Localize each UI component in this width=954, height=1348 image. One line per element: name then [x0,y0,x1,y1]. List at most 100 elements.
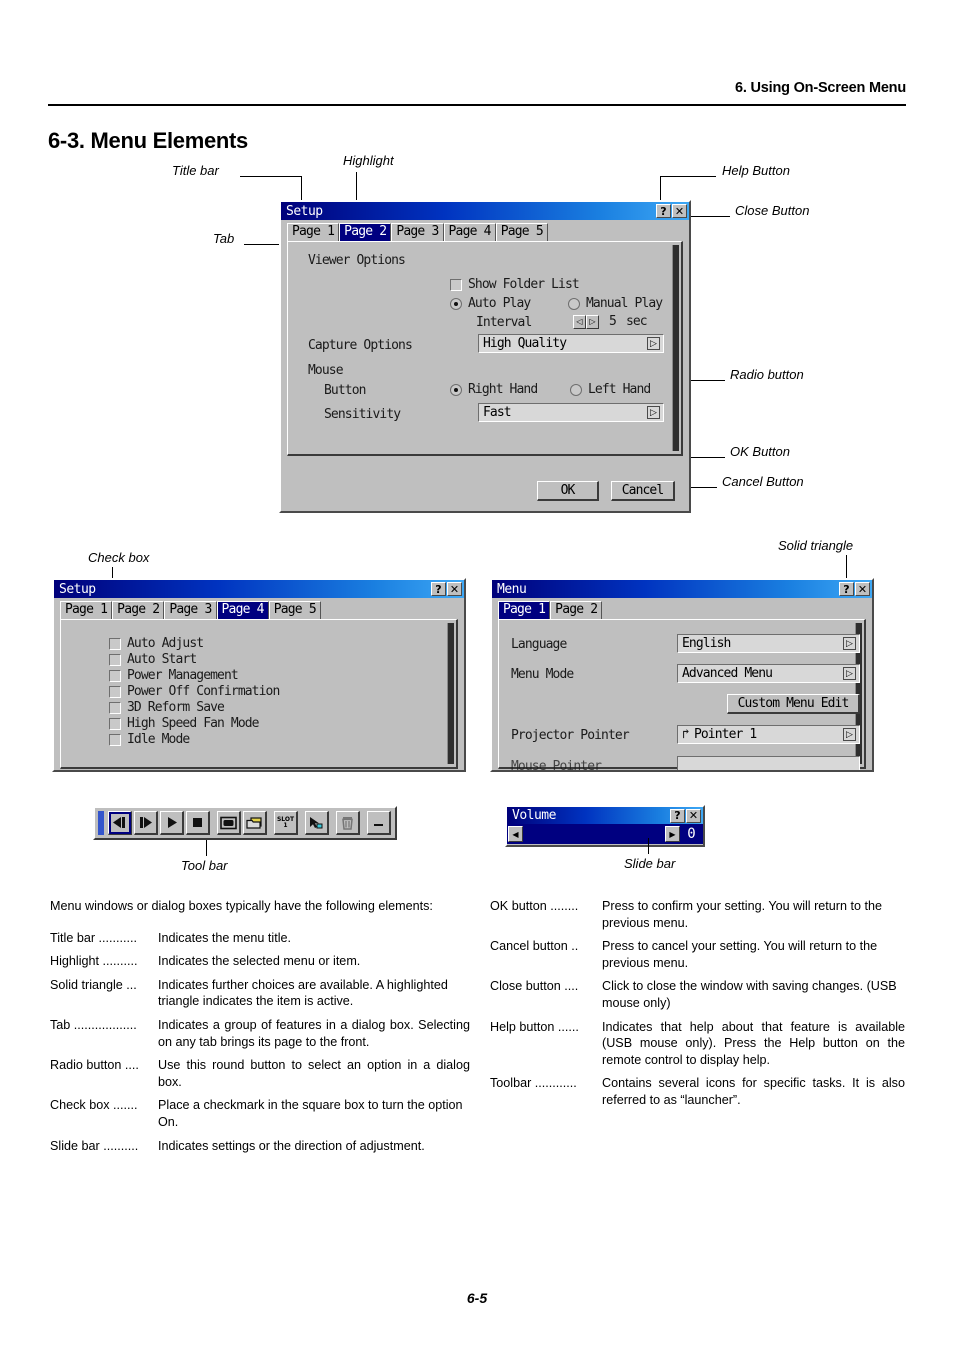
menu-mode-select[interactable]: Advanced Menu ▷ [677,664,860,683]
tab-page-4[interactable]: Page 4 [216,601,269,619]
volume-increase-icon[interactable]: ▶ [665,826,680,842]
tab-page-2[interactable]: Page 2 [112,601,165,619]
stop-glyph [193,818,202,827]
tab-page-5[interactable]: Page 5 [495,223,548,241]
mouse-pointer-select-clipped[interactable] [677,756,860,770]
checkbox-row[interactable]: Idle Mode [109,732,456,747]
menu-dialog-window[interactable]: Menu ? ✕ Page 1 Page 2 Language English … [490,578,874,772]
volume-slide-bar[interactable]: ◀ ▶ 0 [507,824,703,844]
interval-increment-icon[interactable]: ▷ [586,314,599,329]
tab-page-3[interactable]: Page 3 [164,601,217,619]
right-hand-row[interactable]: Right Hand [450,382,538,397]
slot-1-icon[interactable]: SLOT 1 [274,811,298,835]
setup-page4-title-text: Setup [59,581,96,597]
tab-page-1[interactable]: Page 1 [287,223,340,241]
tool-bar[interactable]: SLOT 1 [93,806,397,840]
interval-stepper[interactable]: ◁ ▷ 5 sec [573,314,648,329]
setup-page4-title-bar[interactable]: Setup ? ✕ [54,580,464,598]
checkbox-row[interactable]: Auto Start [109,652,456,667]
checkbox-row[interactable]: High Speed Fan Mode [109,716,456,731]
setup-dialog-window[interactable]: Setup ? ✕ Page 1 Page 2 Page 3 Page 4 Pa… [279,200,691,513]
definitions-right-column: OK button ........ Press to confirm your… [490,898,905,1116]
minimize-icon[interactable] [367,811,391,835]
tab-page-4[interactable]: Page 4 [443,223,496,241]
tab-page-1[interactable]: Page 1 [60,601,113,619]
close-icon[interactable]: ✕ [855,582,870,596]
menu-tab-row[interactable]: Page 1 Page 2 [492,598,872,619]
capture-options-select[interactable]: High Quality ▷ [478,334,664,353]
power-management-checkbox[interactable] [109,669,121,682]
toolbar-pointer-group [304,811,330,835]
definition-row: Highlight .......... Indicates the selec… [50,953,470,970]
right-hand-radio[interactable] [450,383,462,396]
tab-page-5[interactable]: Page 5 [268,601,321,619]
checkbox-row[interactable]: 3D Reform Save [109,700,456,715]
auto-start-checkbox[interactable] [109,653,121,666]
chevron-right-icon[interactable]: ▷ [843,728,856,741]
play-next-icon[interactable] [134,811,158,835]
3d-reform-save-checkbox[interactable] [109,701,121,714]
setup-page4-tab-row[interactable]: Page 1 Page 2 Page 3 Page 4 Page 5 [54,598,464,619]
projector-pointer-select[interactable]: ↱ Pointer 1 ▷ [677,725,860,744]
volume-decrease-icon[interactable]: ◀ [508,826,523,842]
help-icon[interactable]: ? [839,582,854,596]
power-off-confirmation-checkbox[interactable] [109,685,121,698]
auto-adjust-checkbox[interactable] [109,637,121,650]
high-speed-fan-mode-checkbox[interactable] [109,717,121,730]
chevron-right-icon[interactable]: ▷ [843,667,856,680]
stop-icon[interactable] [186,811,210,835]
definition-row: Slide bar .......... Indicates settings … [50,1138,470,1155]
screen-icon[interactable] [217,811,241,835]
setup-title-bar[interactable]: Setup ? ✕ [281,202,689,220]
checkbox-row[interactable]: Power Management [109,668,456,683]
interval-decrement-icon[interactable]: ◁ [573,314,586,329]
play-previous-icon[interactable] [108,811,132,835]
sensitivity-select[interactable]: Fast ▷ [478,403,664,422]
volume-title-bar[interactable]: Volume ? ✕ [507,807,703,824]
language-select[interactable]: English ▷ [677,634,860,653]
volume-window[interactable]: Volume ? ✕ ◀ ▶ 0 [505,805,705,847]
idle-mode-checkbox[interactable] [109,733,121,746]
vertical-scrollbar[interactable] [447,623,454,764]
trash-icon[interactable] [336,811,360,835]
pointer-drag-icon[interactable] [305,811,329,835]
vertical-scrollbar[interactable] [672,245,679,451]
manual-play-radio[interactable] [568,297,580,310]
tab-page-1[interactable]: Page 1 [498,601,551,619]
show-folder-list-checkbox[interactable] [450,278,462,291]
folder-icon[interactable] [243,811,267,835]
def-term: Highlight .......... [50,954,138,969]
custom-menu-edit-button[interactable]: Custom Menu Edit [727,694,860,714]
close-icon[interactable]: ✕ [447,582,462,596]
def-desc: Click to close the window with saving ch… [602,979,897,1010]
def-desc: Indicates that help about that feature i… [602,1019,905,1067]
help-icon[interactable]: ? [670,808,685,823]
tab-page-2[interactable]: Page 2 [550,601,603,619]
definition-row: OK button ........ Press to confirm your… [490,898,905,931]
setup-page4-window[interactable]: Setup ? ✕ Page 1 Page 2 Page 3 Page 4 Pa… [52,578,466,772]
setup-tab-row[interactable]: Page 1 Page 2 Page 3 Page 4 Page 5 [281,220,689,241]
tab-page-3[interactable]: Page 3 [391,223,444,241]
manual-play-label: Manual Play [586,296,663,311]
left-hand-row[interactable]: Left Hand [570,382,651,397]
manual-play-row[interactable]: Manual Play [568,296,663,311]
tab-page-2[interactable]: Page 2 [339,223,392,241]
chevron-right-icon[interactable]: ▷ [843,637,856,650]
volume-track[interactable] [523,826,665,842]
ok-button[interactable]: OK [537,481,599,501]
close-icon[interactable]: ✕ [686,808,701,823]
show-folder-list-row[interactable]: Show Folder List [450,277,580,292]
checkbox-row[interactable]: Auto Adjust [109,636,456,651]
close-icon[interactable]: ✕ [672,204,687,218]
left-hand-radio[interactable] [570,383,582,396]
menu-title-bar[interactable]: Menu ? ✕ [492,580,872,598]
auto-play-radio[interactable] [450,297,462,310]
chevron-right-icon[interactable]: ▷ [647,337,660,350]
help-icon[interactable]: ? [656,204,671,218]
play-icon[interactable] [160,811,184,835]
help-icon[interactable]: ? [431,582,446,596]
chevron-right-icon[interactable]: ▷ [647,406,660,419]
checkbox-row[interactable]: Power Off Confirmation [109,684,456,699]
cancel-button[interactable]: Cancel [611,481,675,501]
auto-play-row[interactable]: Auto Play [450,296,531,311]
